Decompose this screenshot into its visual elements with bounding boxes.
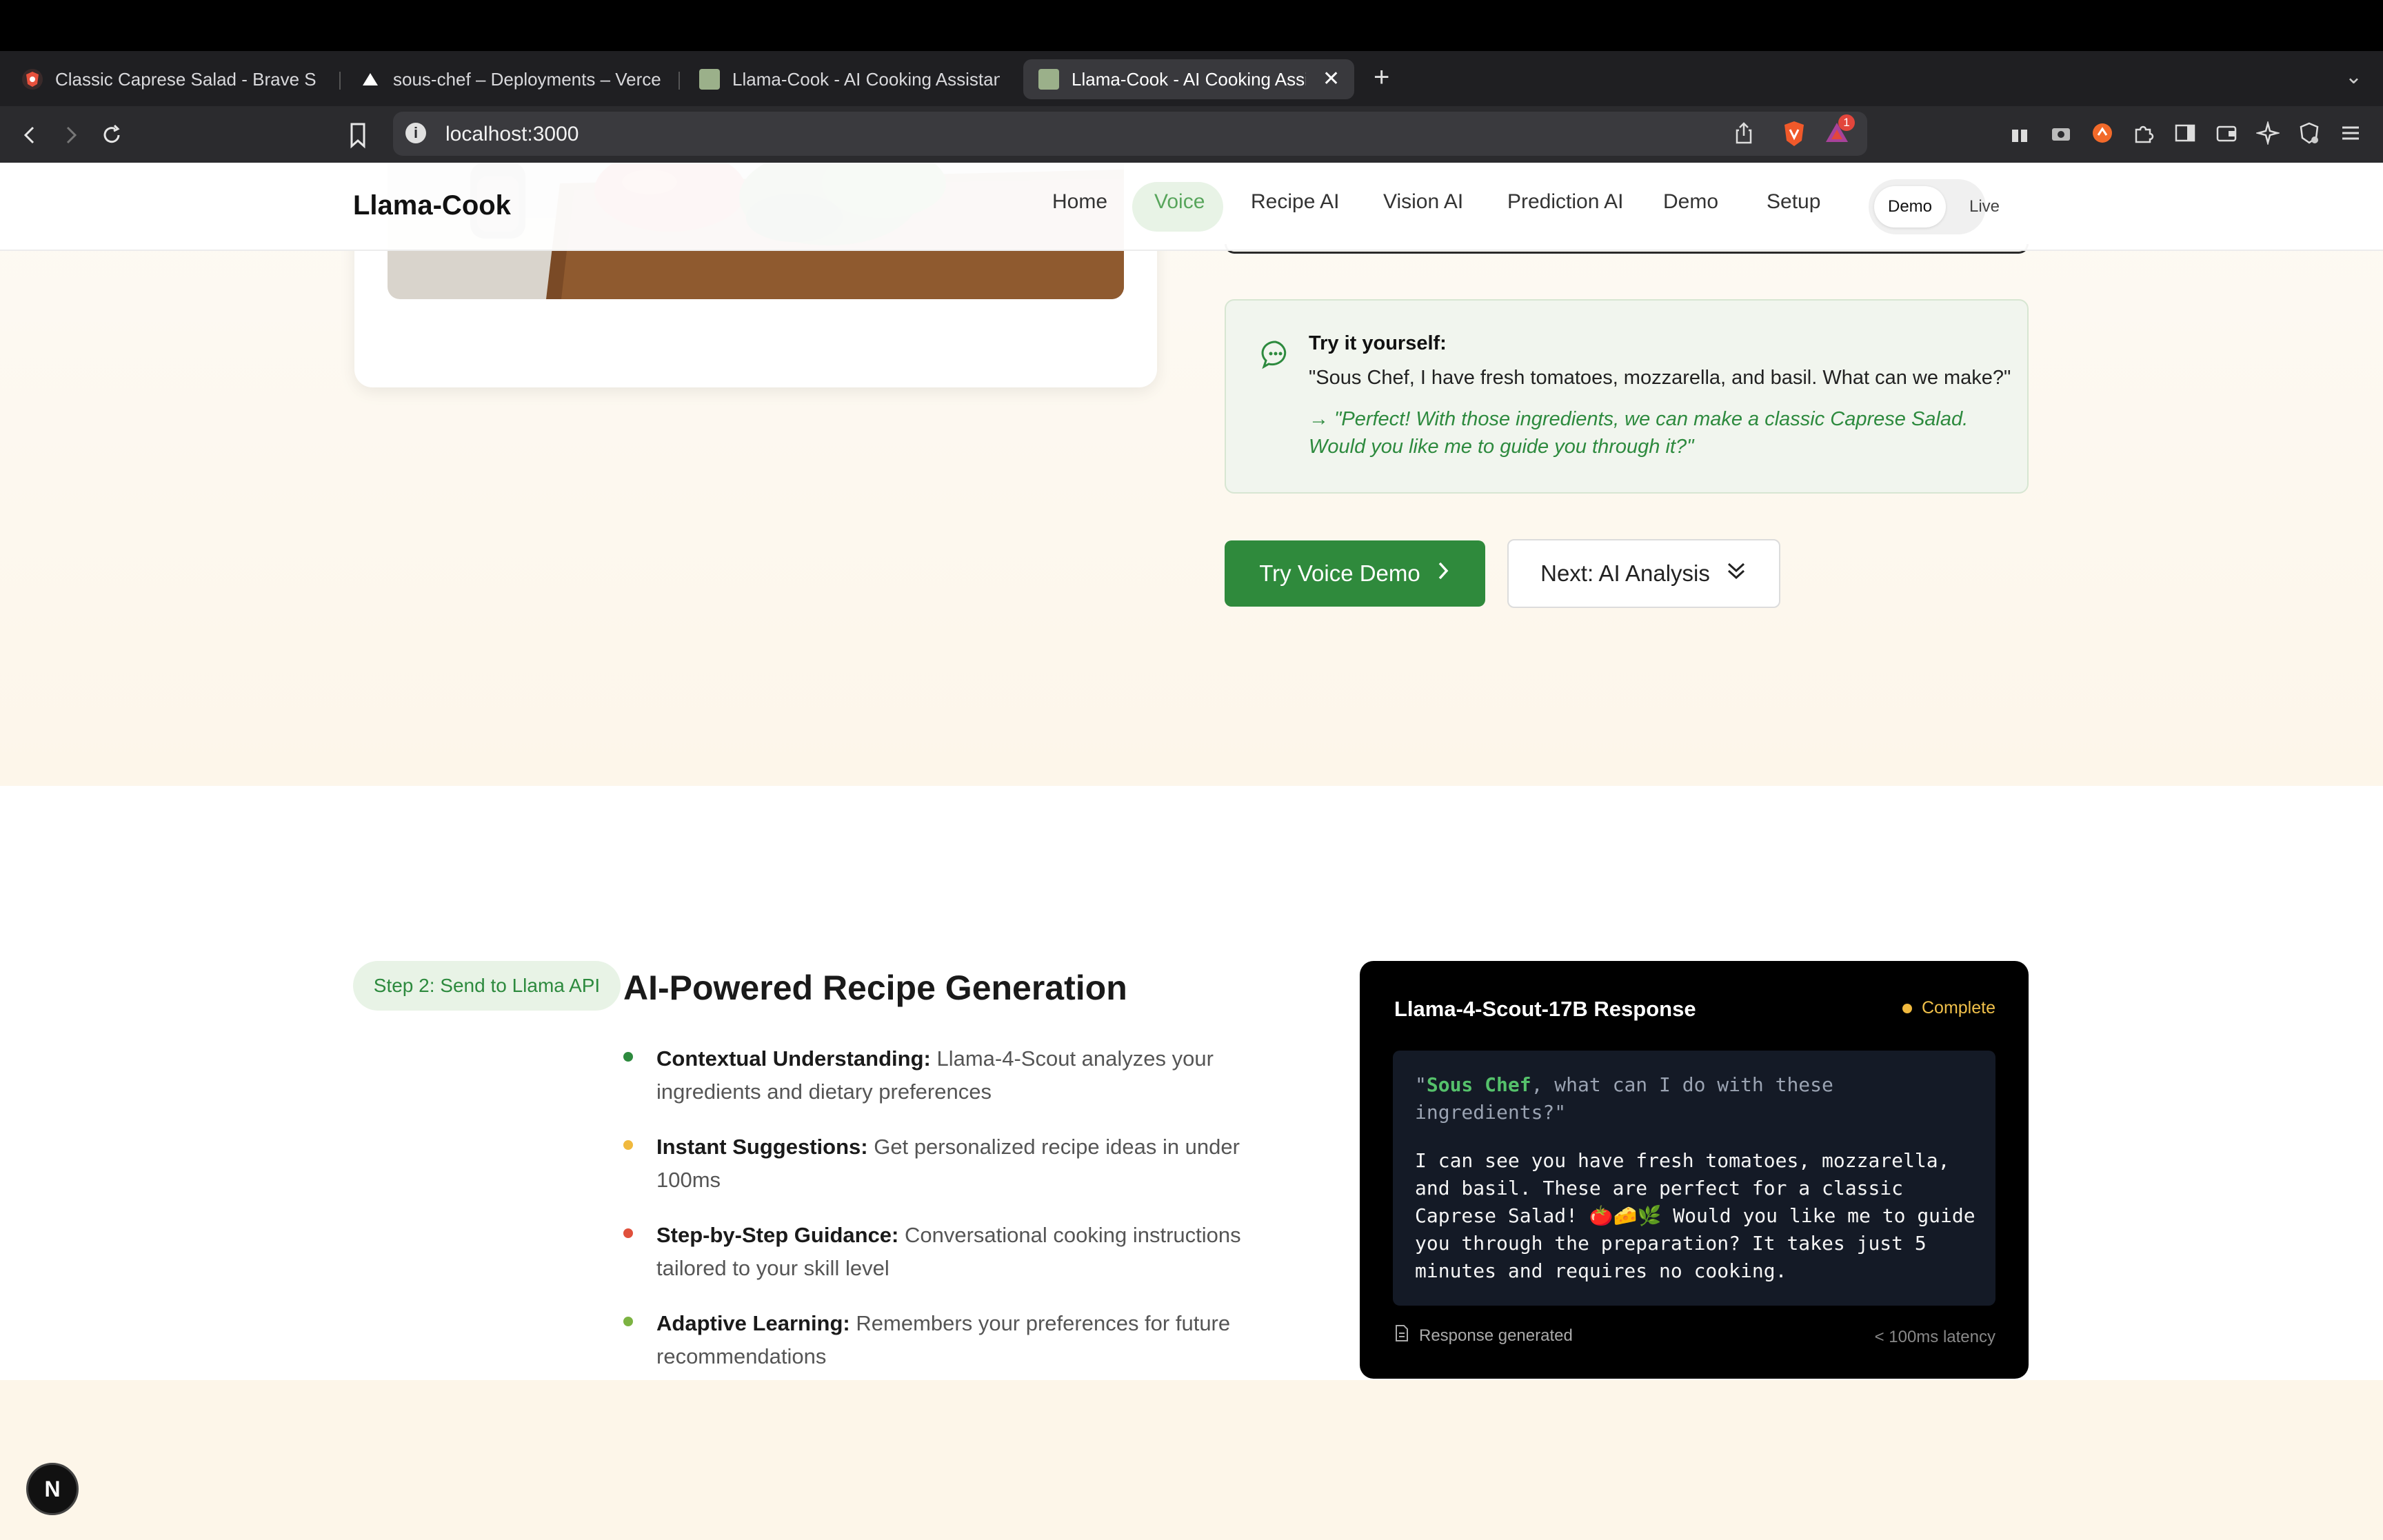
leo-ai-icon[interactable] xyxy=(2255,120,2284,149)
vercel-icon xyxy=(360,69,381,90)
mode-toggle: Demo Live xyxy=(1869,179,2000,234)
sidebar-icon[interactable] xyxy=(2173,121,2201,149)
wallet-icon[interactable] xyxy=(2215,121,2242,149)
macos-menu-bar xyxy=(0,0,2383,51)
response-answer: I can see you have fresh tomatoes, mozza… xyxy=(1415,1149,1975,1282)
try-quote: "Sous Chef, I have fresh tomatoes, mozza… xyxy=(1309,367,2011,389)
new-tab-icon[interactable]: + xyxy=(1374,63,1389,91)
try-it-yourself-box: Try it yourself: "Sous Chef, I have fres… xyxy=(1225,299,2029,494)
nav-demo[interactable]: Demo xyxy=(1663,190,1718,214)
llama-cook-favicon xyxy=(1038,69,1059,90)
document-icon xyxy=(1394,1324,1409,1347)
section-title: AI-Powered Recipe Generation xyxy=(623,969,1127,1007)
tab-vercel[interactable]: sous-chef – Deployments – Vercel xyxy=(345,59,676,99)
camera-icon[interactable] xyxy=(2049,121,2077,149)
vpn-icon[interactable] xyxy=(2297,121,2325,149)
close-tab-icon[interactable]: ✕ xyxy=(1323,69,1340,90)
brave-shields-icon[interactable] xyxy=(1782,120,1808,148)
orange-extension-icon[interactable] xyxy=(2091,121,2118,149)
chat-bubble-icon xyxy=(1260,339,1291,369)
brand-logo[interactable]: Llama-Cook xyxy=(353,190,511,221)
response-generated-label: Response generated xyxy=(1419,1326,1573,1345)
page-content: Llama-Cook Home Voice Recipe AI Vision A… xyxy=(0,163,2383,1540)
tab-llama-cook[interactable]: Llama-Cook - AI Cooking Assistant xyxy=(684,59,1015,99)
status-dot-icon xyxy=(1902,1003,1912,1013)
response-prompt: "Sous Chef, what can I do with these ing… xyxy=(1415,1071,1980,1126)
status-label: Complete xyxy=(1922,998,1995,1017)
next-section-background xyxy=(0,1380,2383,1540)
feature-item: Adaptive Learning: Remembers your prefer… xyxy=(623,1307,1285,1373)
gift-extension-icon[interactable] xyxy=(2008,121,2035,149)
llama-response-card: Llama-4-Scout-17B Response Complete "Sou… xyxy=(1360,961,2029,1379)
try-voice-demo-label: Try Voice Demo xyxy=(1259,560,1420,586)
feature-label: Instant Suggestions: xyxy=(656,1135,868,1159)
try-answer: → "Perfect! With those ingredients, we c… xyxy=(1309,408,1969,458)
response-footer-left: Response generated xyxy=(1394,1324,1573,1347)
back-icon[interactable] xyxy=(15,120,46,150)
site-header: Llama-Cook Home Voice Recipe AI Vision A… xyxy=(0,163,2383,251)
nav-prediction-ai[interactable]: Prediction AI xyxy=(1507,190,1623,214)
nextjs-dev-badge[interactable]: N xyxy=(26,1463,79,1515)
feature-label: Adaptive Learning: xyxy=(656,1311,850,1335)
address-bar[interactable]: i localhost:3000 1 xyxy=(393,112,1867,156)
chevron-down-icon[interactable]: ⌄ xyxy=(2345,65,2362,89)
mode-live-option[interactable]: Live xyxy=(1946,186,2023,227)
puzzle-icon[interactable] xyxy=(2132,121,2160,149)
browser-toolbar: i localhost:3000 1 xyxy=(0,106,2383,163)
double-chevron-down-icon xyxy=(1725,560,1747,587)
reload-icon[interactable] xyxy=(97,120,127,150)
feature-label: Step-by-Step Guidance: xyxy=(656,1223,899,1247)
nav-home[interactable]: Home xyxy=(1052,190,1107,214)
tab-llama-cook-active[interactable]: Llama-Cook - AI Cooking Assistant xyxy=(1023,59,1354,99)
nav-vision-ai[interactable]: Vision AI xyxy=(1383,190,1463,214)
bookmark-icon[interactable] xyxy=(348,121,375,152)
step-badge: Step 2: Send to Llama API xyxy=(353,961,621,1011)
chevron-right-icon xyxy=(1436,560,1451,587)
response-title: Llama-4-Scout-17B Response xyxy=(1394,997,1696,1021)
feature-item: Contextual Understanding: Llama-4-Scout … xyxy=(623,1042,1285,1108)
share-icon[interactable] xyxy=(1733,121,1757,146)
llama-cook-favicon xyxy=(699,69,720,90)
prompt-quote: " xyxy=(1415,1073,1427,1096)
prompt-highlight: Sous Chef xyxy=(1426,1073,1531,1096)
nav-recipe-ai[interactable]: Recipe AI xyxy=(1251,190,1339,214)
feature-item: Step-by-Step Guidance: Conversational co… xyxy=(623,1219,1285,1285)
nav-voice[interactable]: Voice xyxy=(1154,190,1205,214)
tab-brave-search[interactable]: Classic Caprese Salad - Brave Search xyxy=(7,59,331,99)
try-title: Try it yourself: xyxy=(1309,332,1447,354)
feature-label: Contextual Understanding: xyxy=(656,1046,931,1071)
brave-search-icon xyxy=(22,69,43,90)
next-ai-analysis-button[interactable]: Next: AI Analysis xyxy=(1507,539,1780,608)
try-voice-demo-button[interactable]: Try Voice Demo xyxy=(1225,540,1485,607)
mode-demo-option[interactable]: Demo xyxy=(1874,186,1946,227)
forward-icon[interactable] xyxy=(55,120,86,150)
rewards-badge: 1 xyxy=(1838,114,1855,131)
next-ai-analysis-label: Next: AI Analysis xyxy=(1540,560,1710,586)
response-status: Complete xyxy=(1902,998,1995,1018)
response-body: "Sous Chef, what can I do with these ing… xyxy=(1393,1051,1995,1306)
url-text[interactable]: localhost:3000 xyxy=(445,123,579,146)
site-info-icon[interactable]: i xyxy=(405,123,426,143)
nav-setup[interactable]: Setup xyxy=(1767,190,1820,214)
tab-separator xyxy=(339,72,341,90)
tab-strip: Classic Caprese Salad - Brave Search sou… xyxy=(0,51,2383,106)
tab-separator xyxy=(678,72,680,90)
feature-item: Instant Suggestions: Get personalized re… xyxy=(623,1131,1285,1197)
latency-label: < 100ms latency xyxy=(1874,1328,1995,1346)
menu-icon[interactable] xyxy=(2339,121,2366,149)
